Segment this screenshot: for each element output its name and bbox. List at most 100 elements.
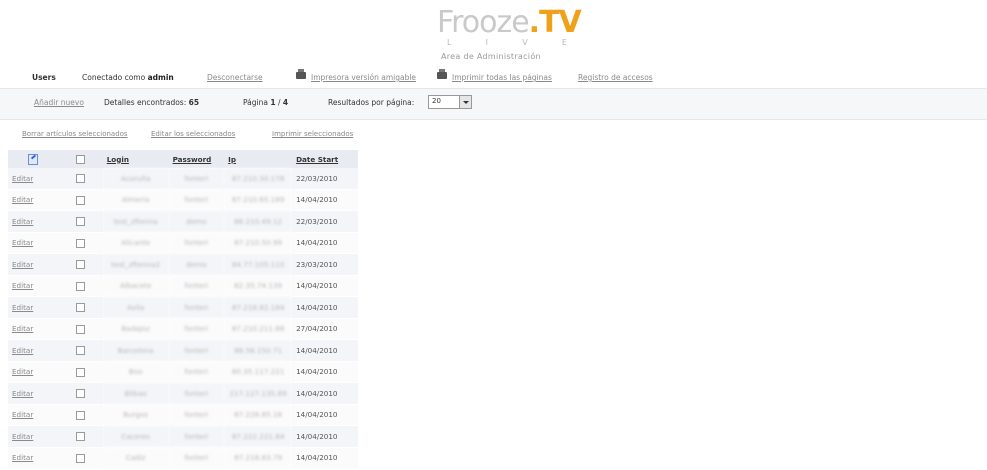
logout-link[interactable]: Desconectarse — [207, 73, 263, 82]
edit-link[interactable]: Editar — [8, 425, 58, 448]
date-start-cell: 14/04/2010 — [292, 404, 358, 426]
row-checkbox[interactable] — [75, 346, 85, 355]
print-all-pages-link[interactable]: Imprimir todas las páginas — [452, 73, 552, 82]
column-login[interactable]: Login — [102, 150, 169, 168]
row-checkbox[interactable] — [75, 281, 85, 291]
page-label: Página — [243, 98, 268, 107]
details-found: Detalles encontrados: 65 — [104, 98, 199, 107]
chevron-down-icon[interactable] — [459, 96, 471, 108]
ip-cell: 88.56.150.71 — [224, 339, 293, 362]
date-start-cell: 14/04/2010 — [292, 339, 358, 362]
row-checkbox[interactable] — [75, 453, 85, 463]
table-row: Editar Barcelona fonteri 88.56.150.71 14/04/… — [8, 339, 358, 362]
login-cell: Bilbao — [102, 382, 169, 405]
admin-area-subtitle: Area de Administración — [441, 52, 541, 61]
logo-live-letter: V — [522, 38, 528, 47]
login-cell: Badajoz — [102, 318, 169, 340]
edit-link[interactable]: Editar — [8, 232, 58, 254]
login-cell: Cadiz — [102, 447, 169, 469]
results-per-page-select[interactable]: 20 — [428, 95, 472, 109]
column-date-start[interactable]: Date Start — [292, 150, 358, 168]
edit-link[interactable]: Editar — [8, 296, 58, 319]
row-checkbox[interactable] — [75, 389, 85, 398]
connected-as: Conectado como admin — [82, 73, 174, 82]
edit-link[interactable]: Editar — [8, 253, 58, 276]
select-cell — [57, 296, 103, 319]
password-cell: fonteri — [168, 361, 225, 383]
password-cell: demo — [168, 253, 225, 276]
add-new-link[interactable]: Añadir nuevo — [34, 98, 84, 107]
date-start-cell: 14/04/2010 — [292, 447, 358, 469]
login-cell: Caceres — [102, 425, 169, 448]
column-password[interactable]: Password — [168, 150, 225, 168]
edit-link[interactable]: Editar — [8, 404, 58, 426]
edit-link[interactable]: Editar — [8, 382, 58, 405]
edit-icon[interactable] — [27, 153, 38, 165]
users-table: Login Password Ip Date Start Editar Acoru… — [8, 150, 358, 469]
print-friendly-group[interactable]: Impresora versión amigable — [296, 69, 416, 82]
select-cell — [57, 253, 103, 276]
login-cell: Barcelona — [102, 339, 169, 362]
edit-link[interactable]: Editar — [8, 189, 58, 211]
row-checkbox[interactable] — [75, 410, 85, 420]
select-cell — [57, 382, 103, 405]
table-row: Editar Avila fonteri 87.218.82.184 14/04/201… — [8, 296, 358, 319]
print-selected-link[interactable]: Imprimir seleccionados — [272, 130, 353, 138]
edit-link[interactable]: Editar — [8, 318, 58, 340]
edit-selected-link[interactable]: Editar los seleccionados — [151, 130, 235, 138]
select-cell — [57, 404, 103, 426]
edit-link[interactable]: Editar — [8, 339, 58, 362]
logo-wordmark: Frooze.TV — [437, 6, 582, 40]
row-checkbox[interactable] — [75, 367, 85, 377]
select-cell — [57, 189, 103, 211]
edit-link[interactable]: Editar — [8, 275, 58, 297]
password-cell: fonteri — [168, 382, 225, 405]
select-cell — [57, 232, 103, 254]
login-cell: Almeria — [102, 189, 169, 211]
row-checkbox[interactable] — [75, 217, 85, 226]
header-select-col — [57, 150, 103, 168]
row-checkbox[interactable] — [75, 324, 85, 334]
table-body: Editar Acoruña fonteri 87.210.30.178 22/03/2… — [8, 168, 358, 469]
row-checkbox[interactable] — [75, 174, 85, 183]
date-start-cell: 14/04/2010 — [292, 361, 358, 383]
row-checkbox[interactable] — [75, 260, 85, 269]
ip-cell: 88.210.49.12 — [224, 210, 293, 233]
password-cell: fonteri — [168, 232, 225, 254]
edit-link[interactable]: Editar — [8, 361, 58, 383]
row-checkbox[interactable] — [75, 303, 85, 312]
table-row: Editar Badajoz fonteri 87.210.211.88 27/04/2… — [8, 318, 358, 340]
select-cell — [57, 447, 103, 469]
edit-link[interactable]: Editar — [8, 210, 58, 233]
ip-cell: 87.218.83.79 — [224, 447, 293, 469]
select-all-checkbox[interactable] — [75, 154, 85, 164]
row-checkbox[interactable] — [75, 238, 85, 248]
password-cell: fonteri — [168, 189, 225, 211]
date-start-cell: 23/03/2010 — [292, 253, 358, 276]
column-ip[interactable]: Ip — [224, 150, 293, 168]
page-separator: / — [277, 98, 281, 107]
login-cell: Acoruña — [102, 168, 169, 190]
login-cell: Burgos — [102, 404, 169, 426]
date-start-cell: 14/04/2010 — [292, 275, 358, 297]
row-checkbox[interactable] — [75, 195, 85, 205]
delete-selected-link[interactable]: Borrar artículos seleccionados — [22, 130, 128, 138]
username: admin — [147, 73, 174, 82]
login-cell: test_zftenna2 — [102, 253, 169, 276]
date-start-cell: 14/04/2010 — [292, 189, 358, 211]
password-cell: fonteri — [168, 404, 225, 426]
table-row: Editar test_zftenna2 demo 84.77.105.110 23/0… — [8, 253, 358, 276]
print-friendly-link[interactable]: Impresora versión amigable — [311, 73, 416, 82]
edit-link[interactable]: Editar — [8, 447, 58, 469]
details-found-label: Detalles encontrados: — [104, 98, 187, 107]
login-cell: Avila — [102, 296, 169, 319]
access-log-link[interactable]: Registro de accesos — [578, 73, 653, 82]
frooze-tv-logo: Frooze.TV L I V E Area de Administración — [425, 4, 585, 66]
edit-link[interactable]: Editar — [8, 168, 58, 190]
print-all-group[interactable]: Imprimir todas las páginas — [437, 69, 552, 82]
row-checkbox[interactable] — [75, 432, 85, 441]
password-cell: fonteri — [168, 296, 225, 319]
table-header-row: Login Password Ip Date Start — [8, 150, 358, 168]
table-row: Editar Boo fonteri 80.35.117.221 14/04/2010 — [8, 361, 358, 383]
select-cell — [57, 275, 103, 297]
